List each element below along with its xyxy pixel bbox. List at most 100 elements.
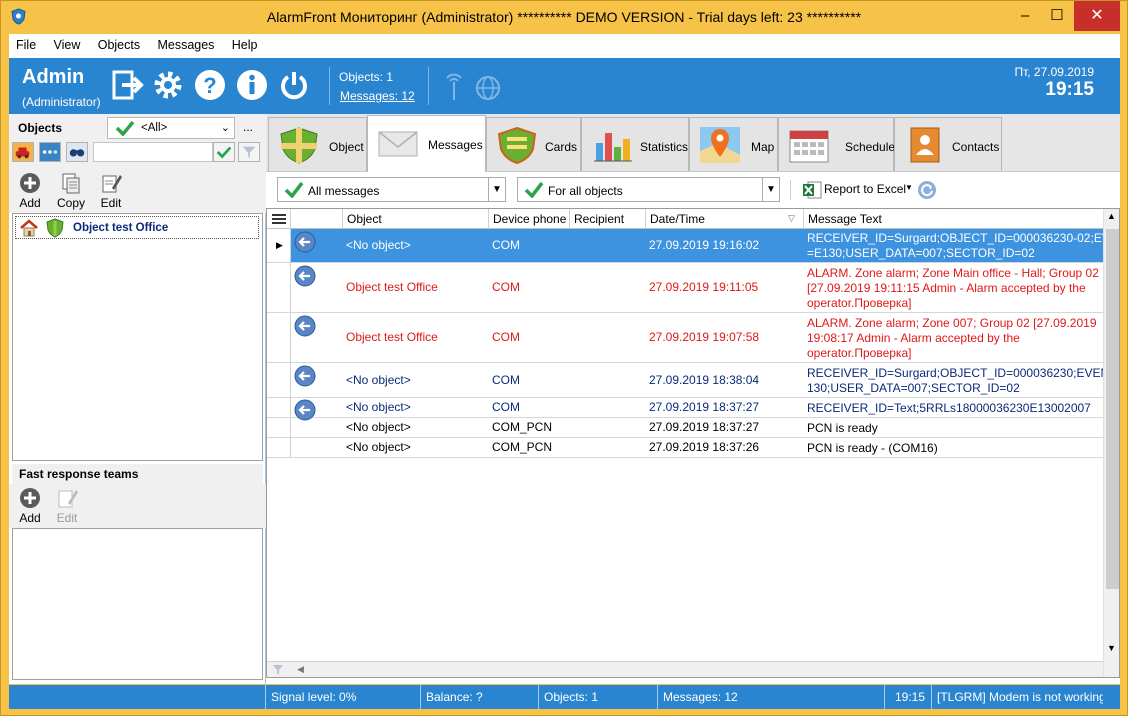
copy-object-button[interactable]: Copy — [51, 169, 91, 210]
report-to-excel-button[interactable]: Report to Excel ▼ — [799, 180, 936, 200]
row-indicator[interactable] — [267, 263, 291, 312]
tab-contacts[interactable]: Contacts — [894, 117, 1002, 171]
table-row[interactable]: <No object> COM_PCN 27.09.2019 18:37:27 PCN… — [267, 418, 1103, 438]
green-shield-icon — [46, 218, 64, 238]
cell-message-text: PCN is ready - (COM16) — [807, 441, 1103, 456]
power-icon[interactable] — [277, 68, 311, 102]
tab-schedule[interactable]: Schedule — [778, 117, 895, 171]
object-filter-select[interactable]: For all objects ▼ — [517, 177, 780, 202]
logout-icon[interactable] — [110, 68, 144, 102]
objects-filter-select[interactable]: <All> ⌄ — [107, 117, 235, 139]
filter-funnel-icon[interactable] — [238, 142, 260, 162]
cell-message-text: ALARM. Zone alarm; Zone Main office - Ha… — [807, 266, 1103, 311]
menu-file[interactable]: File — [9, 34, 43, 52]
add-circle-icon — [20, 488, 40, 508]
chevron-down-icon: ⌄ — [220, 122, 230, 134]
checkmark-icon — [524, 181, 544, 198]
col-header-message-text[interactable]: Message Text — [804, 209, 1103, 229]
calendar-icon — [789, 130, 829, 163]
help-icon[interactable]: ? — [193, 68, 227, 102]
cell-message-text: RECEIVER_ID=Text;5RRLs18000036230E130020… — [807, 401, 1103, 416]
apply-check-icon[interactable] — [213, 142, 235, 162]
table-row[interactable]: Object test Office COM 27.09.2019 19:07:58… — [267, 313, 1103, 363]
sort-descending-icon: ▽ — [788, 213, 795, 223]
tab-statistics[interactable]: Statistics — [581, 117, 689, 171]
objects-toolbar: Add Copy Edit — [9, 169, 266, 213]
header-messages-link[interactable]: Messages: 12 — [340, 89, 415, 103]
messages-grid: Object Device phone Recipient Date/Time … — [266, 208, 1120, 678]
menu-objects[interactable]: Objects — [91, 34, 147, 52]
vertical-scrollbar[interactable]: ▲ ▼ — [1103, 209, 1119, 677]
frt-header: Fast response teams — [12, 464, 263, 484]
add-circle-icon — [20, 173, 40, 193]
status-bar: Signal level: 0% Balance: ? Objects: 1 M… — [9, 685, 1120, 709]
message-text-line: operator.Проверка] — [807, 345, 912, 360]
refresh-icon[interactable] — [917, 180, 937, 200]
row-indicator[interactable] — [267, 313, 291, 362]
menu-messages[interactable]: Messages — [150, 34, 221, 52]
row-indicator[interactable] — [267, 438, 291, 457]
grid-menu-icon[interactable] — [267, 209, 291, 229]
scroll-down-icon[interactable]: ▼ — [1107, 643, 1116, 653]
horizontal-scrollbar[interactable]: ◀ — [267, 661, 1103, 677]
more-button[interactable]: ... — [243, 120, 253, 134]
close-button[interactable]: ✕ — [1074, 1, 1120, 31]
objects-search-input[interactable] — [93, 142, 213, 162]
message-filter-select[interactable]: All messages ▼ — [277, 177, 506, 202]
status-modem: [TLGRM] Modem is not working — [931, 685, 1103, 709]
col-header-device-phone[interactable]: Device phone — [489, 209, 570, 229]
table-row[interactable]: Object test Office COM 27.09.2019 19:11:05… — [267, 263, 1103, 313]
object-filter-icons — [12, 142, 264, 166]
cell-object: <No object> — [346, 238, 411, 252]
alarm-car-icon[interactable] — [12, 142, 34, 162]
row-indicator[interactable]: ▶ — [267, 229, 291, 262]
cards-shield-icon — [497, 126, 537, 165]
col-header-object[interactable]: Object — [343, 209, 489, 229]
frt-list — [12, 528, 263, 680]
tab-contacts-label: Contacts — [952, 140, 1000, 154]
row-indicator[interactable] — [267, 398, 291, 417]
excel-icon — [803, 181, 822, 199]
scroll-up-icon[interactable]: ▲ — [1107, 211, 1116, 221]
edit-object-button[interactable]: Edit — [91, 169, 131, 210]
header-separator — [329, 67, 330, 105]
table-row[interactable]: <No object> COM 27.09.2019 18:38:04 RECEIVE… — [267, 363, 1103, 398]
app-window: AlarmFront Мониторинг (Administrator) **… — [0, 0, 1128, 716]
maximize-button[interactable]: ☐ — [1041, 1, 1073, 31]
tree-item-object[interactable]: Object test Office — [15, 216, 259, 239]
filter-funnel-icon[interactable] — [272, 664, 284, 676]
menu-help[interactable]: Help — [225, 34, 265, 52]
grid-header: Object Device phone Recipient Date/Time … — [267, 209, 1103, 229]
table-row[interactable]: <No object> COM_PCN 27.09.2019 18:37:26 PCN… — [267, 438, 1103, 458]
row-indicator[interactable] — [267, 363, 291, 397]
shield-object-icon — [280, 127, 318, 164]
info-icon[interactable] — [235, 68, 269, 102]
tab-object[interactable]: Object — [268, 117, 367, 171]
tab-map[interactable]: Map — [689, 117, 778, 171]
window-title: AlarmFront Мониторинг (Administrator) **… — [266, 9, 862, 25]
col-header-recipient[interactable]: Recipient — [570, 209, 646, 229]
message-text-line: RECEIVER_ID=Surgard;OBJECT_ID=000036230-… — [807, 231, 1103, 245]
minimize-button[interactable]: – — [1009, 1, 1041, 31]
scroll-left-icon[interactable]: ◀ — [297, 664, 304, 675]
tab-messages[interactable]: Messages — [367, 115, 486, 172]
tab-cards[interactable]: Cards — [486, 117, 581, 171]
edit-team-button[interactable]: Edit — [47, 484, 87, 525]
table-row[interactable]: <No object> COM 27.09.2019 18:37:27 RECEIVE… — [267, 398, 1103, 421]
tab-bar: Object Messages Cards Statistics Map Sch… — [266, 114, 1120, 172]
cell-datetime: 27.09.2019 18:37:26 — [649, 440, 760, 454]
message-text-line: 19:08:17 Admin - Alarm accepted by the — [807, 330, 1020, 345]
settings-gear-icon[interactable] — [151, 68, 185, 102]
add-object-button[interactable]: Add — [10, 169, 50, 210]
message-text-line: PCN is ready — [807, 420, 878, 435]
add-team-button[interactable]: Add — [10, 484, 50, 525]
table-row[interactable]: ▶ <No object> COM 27.09.2019 19:16:02 RECEIV… — [267, 229, 1103, 263]
scroll-thumb[interactable] — [1106, 229, 1119, 589]
row-indicator[interactable] — [267, 418, 291, 437]
incoming-arrow-icon — [294, 231, 316, 253]
contacts-book-icon — [910, 127, 940, 163]
network-dots-icon[interactable] — [39, 142, 61, 162]
col-header-datetime[interactable]: Date/Time — [646, 209, 804, 229]
menu-view[interactable]: View — [47, 34, 88, 52]
binoculars-icon[interactable] — [66, 142, 88, 162]
